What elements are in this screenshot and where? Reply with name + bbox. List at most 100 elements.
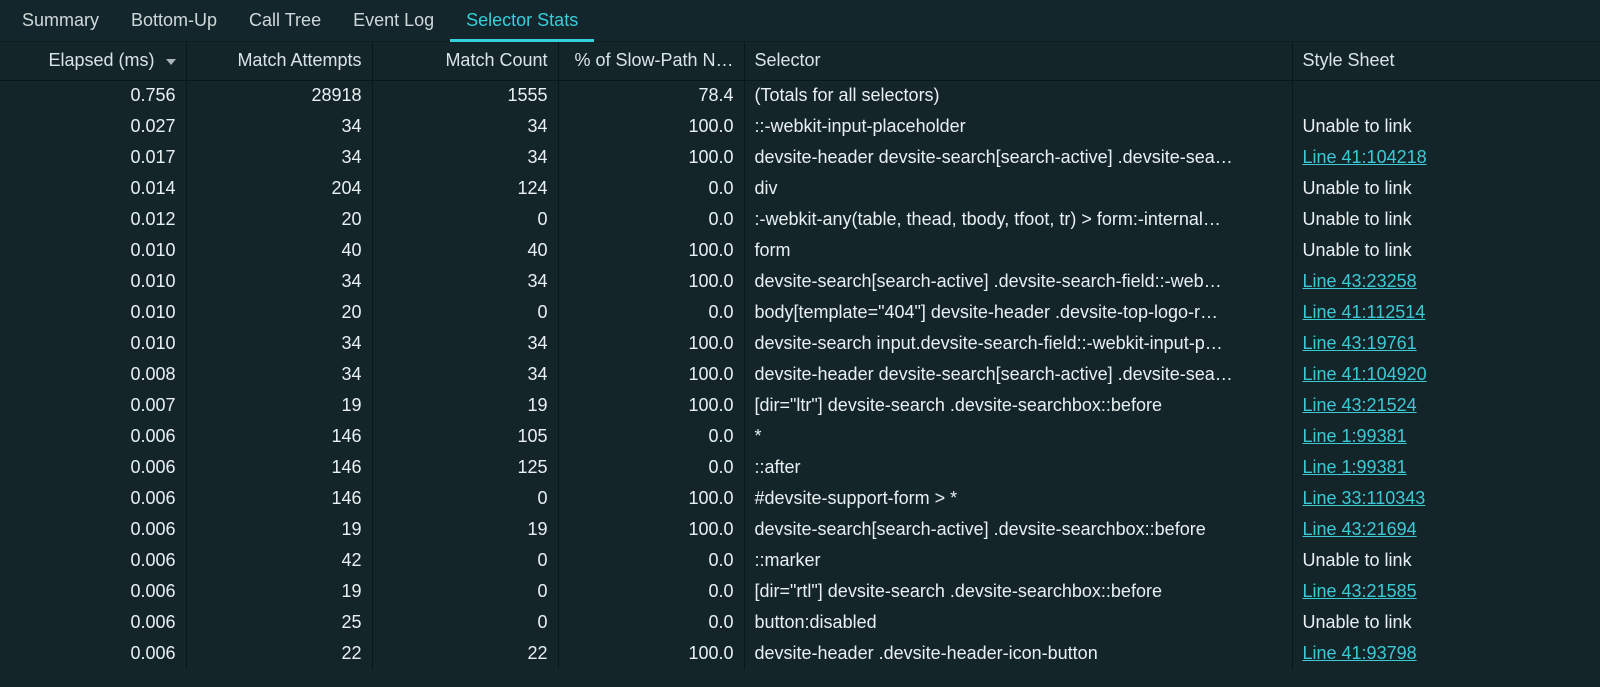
style-sheet-link[interactable]: Line 41:104920 (1303, 364, 1427, 384)
column-header-elapsed[interactable]: Elapsed (ms) (0, 42, 186, 80)
style-sheet-link[interactable]: Line 43:21524 (1303, 395, 1417, 415)
cell-match-count: 0 (372, 204, 558, 235)
cell-elapsed: 0.010 (0, 297, 186, 328)
cell-elapsed: 0.010 (0, 235, 186, 266)
style-sheet-link[interactable]: Line 41:104218 (1303, 147, 1427, 167)
cell-style-sheet[interactable]: Line 41:93798 (1292, 638, 1600, 669)
cell-match-count: 34 (372, 111, 558, 142)
style-sheet-link[interactable]: Line 43:19761 (1303, 333, 1417, 353)
table-row[interactable]: 0.0103434100.0devsite-search input.devsi… (0, 328, 1600, 359)
cell-match-attempts: 146 (186, 452, 372, 483)
table-row[interactable]: 0.75628918155578.4(Totals for all select… (0, 80, 1600, 111)
cell-elapsed: 0.012 (0, 204, 186, 235)
cell-style-sheet: Unable to link (1292, 173, 1600, 204)
table-row[interactable]: 0.0103434100.0devsite-search[search-acti… (0, 266, 1600, 297)
cell-style-sheet[interactable]: Line 43:21585 (1292, 576, 1600, 607)
cell-match-count: 34 (372, 266, 558, 297)
style-sheet-link[interactable]: Line 41:93798 (1303, 643, 1417, 663)
cell-match-count: 19 (372, 514, 558, 545)
table-row[interactable]: 0.0061461250.0::afterLine 1:99381 (0, 452, 1600, 483)
cell-style-sheet: Unable to link (1292, 545, 1600, 576)
table-row[interactable]: 0.0061461050.0*Line 1:99381 (0, 421, 1600, 452)
table-row[interactable]: 0.0102000.0body[template="404"] devsite-… (0, 297, 1600, 328)
column-header-slow-path[interactable]: % of Slow-Path N… (558, 42, 744, 80)
cell-style-sheet[interactable]: Line 1:99381 (1292, 421, 1600, 452)
tab-selector-stats[interactable]: Selector Stats (450, 0, 594, 41)
column-header-match-count[interactable]: Match Count (372, 42, 558, 80)
cell-elapsed: 0.006 (0, 483, 186, 514)
cell-selector: ::marker (744, 545, 1292, 576)
cell-match-count: 1555 (372, 80, 558, 111)
cell-elapsed: 0.006 (0, 452, 186, 483)
style-sheet-link[interactable]: Line 43:21585 (1303, 581, 1417, 601)
tab-event-log[interactable]: Event Log (337, 0, 450, 41)
column-header-match-attempts[interactable]: Match Attempts (186, 42, 372, 80)
tab-label: Selector Stats (466, 10, 578, 31)
cell-match-attempts: 28918 (186, 80, 372, 111)
cell-match-count: 34 (372, 359, 558, 390)
style-sheet-link[interactable]: Line 43:21694 (1303, 519, 1417, 539)
table-row[interactable]: 0.0104040100.0formUnable to link (0, 235, 1600, 266)
tab-call-tree[interactable]: Call Tree (233, 0, 337, 41)
cell-slow-path: 100.0 (558, 390, 744, 421)
cell-slow-path: 0.0 (558, 173, 744, 204)
cell-selector: :-webkit-any(table, thead, tbody, tfoot,… (744, 204, 1292, 235)
table-row[interactable]: 0.0064200.0::markerUnable to link (0, 545, 1600, 576)
style-sheet-link[interactable]: Line 1:99381 (1303, 426, 1407, 446)
style-sheet-link[interactable]: Line 41:112514 (1303, 302, 1426, 322)
cell-elapsed: 0.010 (0, 266, 186, 297)
cell-elapsed: 0.006 (0, 545, 186, 576)
cell-style-sheet[interactable]: Line 43:21524 (1292, 390, 1600, 421)
cell-selector: devsite-search[search-active] .devsite-s… (744, 514, 1292, 545)
cell-selector: ::-webkit-input-placeholder (744, 111, 1292, 142)
style-sheet-link[interactable]: Line 43:23258 (1303, 271, 1417, 291)
cell-slow-path: 0.0 (558, 452, 744, 483)
table-row[interactable]: 0.0061900.0[dir="rtl"] devsite-search .d… (0, 576, 1600, 607)
cell-elapsed: 0.006 (0, 576, 186, 607)
cell-slow-path: 100.0 (558, 638, 744, 669)
cell-selector: devsite-search input.devsite-search-fiel… (744, 328, 1292, 359)
cell-slow-path: 100.0 (558, 235, 744, 266)
column-header-selector[interactable]: Selector (744, 42, 1292, 80)
cell-match-attempts: 19 (186, 576, 372, 607)
cell-slow-path: 100.0 (558, 328, 744, 359)
table-row[interactable]: 0.0062500.0button:disabledUnable to link (0, 607, 1600, 638)
column-label: Selector (755, 50, 821, 70)
cell-style-sheet (1292, 80, 1600, 111)
table-row[interactable]: 0.0122000.0:-webkit-any(table, thead, tb… (0, 204, 1600, 235)
cell-selector: ::after (744, 452, 1292, 483)
cell-match-count: 105 (372, 421, 558, 452)
table-row[interactable]: 0.0061919100.0devsite-search[search-acti… (0, 514, 1600, 545)
cell-style-sheet[interactable]: Line 41:104218 (1292, 142, 1600, 173)
cell-elapsed: 0.006 (0, 421, 186, 452)
cell-style-sheet[interactable]: Line 41:112514 (1292, 297, 1600, 328)
cell-style-sheet[interactable]: Line 41:104920 (1292, 359, 1600, 390)
cell-selector: [dir="ltr"] devsite-search .devsite-sear… (744, 390, 1292, 421)
cell-match-attempts: 34 (186, 111, 372, 142)
column-header-style-sheet[interactable]: Style Sheet (1292, 42, 1600, 80)
cell-match-count: 124 (372, 173, 558, 204)
table-row[interactable]: 0.0142041240.0divUnable to link (0, 173, 1600, 204)
table-row[interactable]: 0.0071919100.0[dir="ltr"] devsite-search… (0, 390, 1600, 421)
cell-style-sheet[interactable]: Line 43:21694 (1292, 514, 1600, 545)
tab-summary[interactable]: Summary (6, 0, 115, 41)
selector-stats-table: Elapsed (ms) Match Attempts Match Count … (0, 42, 1600, 687)
style-sheet-link[interactable]: Line 1:99381 (1303, 457, 1407, 477)
cell-style-sheet: Unable to link (1292, 235, 1600, 266)
cell-selector: (Totals for all selectors) (744, 80, 1292, 111)
style-sheet-link[interactable]: Line 33:110343 (1303, 488, 1426, 508)
cell-match-attempts: 22 (186, 638, 372, 669)
cell-style-sheet[interactable]: Line 33:110343 (1292, 483, 1600, 514)
cell-style-sheet[interactable]: Line 1:99381 (1292, 452, 1600, 483)
table-row[interactable]: 0.0083434100.0devsite-header devsite-sea… (0, 359, 1600, 390)
tab-bottom-up[interactable]: Bottom-Up (115, 0, 233, 41)
cell-match-attempts: 34 (186, 328, 372, 359)
table-row[interactable]: 0.0173434100.0devsite-header devsite-sea… (0, 142, 1600, 173)
cell-style-sheet[interactable]: Line 43:23258 (1292, 266, 1600, 297)
cell-style-sheet[interactable]: Line 43:19761 (1292, 328, 1600, 359)
cell-elapsed: 0.756 (0, 80, 186, 111)
table-row[interactable]: 0.0062222100.0devsite-header .devsite-he… (0, 638, 1600, 669)
table-row[interactable]: 0.0273434100.0::-webkit-input-placeholde… (0, 111, 1600, 142)
table-row[interactable]: 0.0061460100.0#devsite-support-form > *L… (0, 483, 1600, 514)
column-label: Style Sheet (1303, 50, 1395, 70)
